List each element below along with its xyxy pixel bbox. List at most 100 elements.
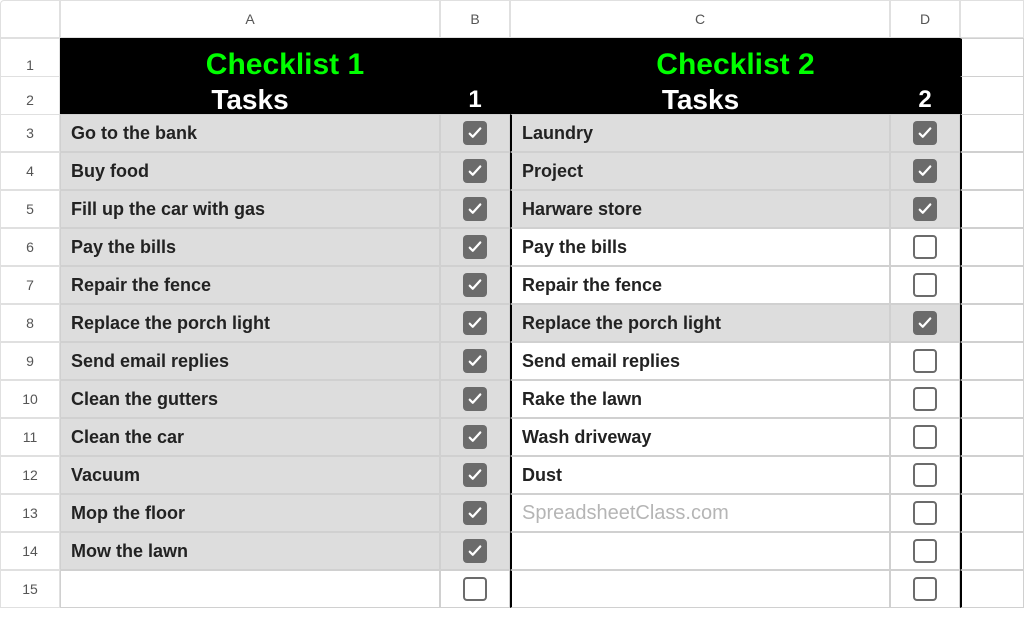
blank-cell[interactable] <box>960 532 1024 570</box>
checklist1-task-cell[interactable]: Pay the bills <box>60 228 440 266</box>
checklist1-task-cell[interactable]: Clean the gutters <box>60 380 440 418</box>
checklist1-check-cell[interactable] <box>440 532 510 570</box>
row-header-4[interactable]: 4 <box>0 152 60 190</box>
row-header-11[interactable]: 11 <box>0 418 60 456</box>
checklist2-task-cell[interactable]: Dust <box>510 456 890 494</box>
blank-cell[interactable] <box>960 380 1024 418</box>
checklist1-check-cell[interactable] <box>440 228 510 266</box>
checklist2-check-cell[interactable] <box>890 570 960 608</box>
checklist1-task-cell[interactable]: Replace the porch light <box>60 304 440 342</box>
checklist2-check-cell[interactable] <box>890 304 960 342</box>
row-header-9[interactable]: 9 <box>0 342 60 380</box>
checklist2-checkbox[interactable] <box>913 425 937 449</box>
column-header-D[interactable]: D <box>890 0 960 38</box>
checklist1-checkbox[interactable] <box>463 539 487 563</box>
checklist2-check-cell[interactable] <box>890 456 960 494</box>
checklist2-checkbox[interactable] <box>913 387 937 411</box>
blank-cell[interactable] <box>960 114 1024 152</box>
checklist2-check-cell[interactable] <box>890 190 960 228</box>
checklist2-check-cell[interactable] <box>890 532 960 570</box>
checklist1-check-cell[interactable] <box>440 152 510 190</box>
checklist2-checkbox[interactable] <box>913 501 937 525</box>
checklist2-checkbox[interactable] <box>913 159 937 183</box>
checklist1-checkbox[interactable] <box>463 425 487 449</box>
checklist2-task-cell[interactable]: Repair the fence <box>510 266 890 304</box>
checklist1-checkbox[interactable] <box>463 159 487 183</box>
checklist2-task-cell[interactable]: Laundry <box>510 114 890 152</box>
checklist1-checkbox[interactable] <box>463 577 487 601</box>
checklist1-check-cell[interactable] <box>440 304 510 342</box>
checklist2-task-cell[interactable] <box>510 532 890 570</box>
checklist2-checkbox[interactable] <box>913 311 937 335</box>
checklist2-check-cell[interactable] <box>890 266 960 304</box>
checklist1-task-cell[interactable] <box>60 570 440 608</box>
blank-cell[interactable] <box>960 190 1024 228</box>
row-header-7[interactable]: 7 <box>0 266 60 304</box>
checklist1-check-cell[interactable] <box>440 190 510 228</box>
row-header-13[interactable]: 13 <box>0 494 60 532</box>
checklist2-check-cell[interactable] <box>890 152 960 190</box>
row-header-14[interactable]: 14 <box>0 532 60 570</box>
blank-cell[interactable] <box>960 304 1024 342</box>
checklist1-checkbox[interactable] <box>463 463 487 487</box>
row-header-12[interactable]: 12 <box>0 456 60 494</box>
checklist2-checkbox[interactable] <box>913 197 937 221</box>
checklist1-checkbox[interactable] <box>463 121 487 145</box>
checklist1-task-cell[interactable]: Vacuum <box>60 456 440 494</box>
checklist2-task-cell[interactable]: Replace the porch light <box>510 304 890 342</box>
blank-cell[interactable] <box>960 342 1024 380</box>
blank-cell[interactable] <box>960 228 1024 266</box>
checklist1-check-cell[interactable] <box>440 494 510 532</box>
blank-cell[interactable] <box>960 494 1024 532</box>
checklist2-task-cell[interactable]: Project <box>510 152 890 190</box>
blank-cell[interactable] <box>960 266 1024 304</box>
checklist1-checkbox[interactable] <box>463 387 487 411</box>
checklist2-check-cell[interactable] <box>890 494 960 532</box>
row-header-3[interactable]: 3 <box>0 114 60 152</box>
checklist2-task-cell[interactable]: SpreadsheetClass.com <box>510 494 890 532</box>
checklist2-check-cell[interactable] <box>890 380 960 418</box>
checklist1-task-cell[interactable]: Repair the fence <box>60 266 440 304</box>
checklist1-checkbox[interactable] <box>463 349 487 373</box>
row-header-5[interactable]: 5 <box>0 190 60 228</box>
checklist2-task-cell[interactable]: Send email replies <box>510 342 890 380</box>
blank-cell[interactable] <box>960 570 1024 608</box>
checklist1-task-cell[interactable]: Send email replies <box>60 342 440 380</box>
blank-cell[interactable] <box>960 418 1024 456</box>
checklist1-task-cell[interactable]: Buy food <box>60 152 440 190</box>
checklist1-check-cell[interactable] <box>440 114 510 152</box>
checklist2-check-cell[interactable] <box>890 228 960 266</box>
checklist2-checkbox[interactable] <box>913 349 937 373</box>
checklist2-check-cell[interactable] <box>890 114 960 152</box>
checklist2-checkbox[interactable] <box>913 463 937 487</box>
column-header-B[interactable]: B <box>440 0 510 38</box>
column-header-A[interactable]: A <box>60 0 440 38</box>
checklist2-check-cell[interactable] <box>890 342 960 380</box>
checklist1-check-cell[interactable] <box>440 456 510 494</box>
checklist1-task-cell[interactable]: Fill up the car with gas <box>60 190 440 228</box>
checklist2-checkbox[interactable] <box>913 235 937 259</box>
checklist2-checkbox[interactable] <box>913 121 937 145</box>
checklist2-checkbox[interactable] <box>913 577 937 601</box>
checklist2-checkbox[interactable] <box>913 539 937 563</box>
checklist2-task-cell[interactable]: Harware store <box>510 190 890 228</box>
checklist1-checkbox[interactable] <box>463 311 487 335</box>
row-header-10[interactable]: 10 <box>0 380 60 418</box>
column-header-C[interactable]: C <box>510 0 890 38</box>
checklist2-task-cell[interactable] <box>510 570 890 608</box>
checklist1-check-cell[interactable] <box>440 570 510 608</box>
checklist1-checkbox[interactable] <box>463 235 487 259</box>
checklist1-check-cell[interactable] <box>440 380 510 418</box>
row-header-8[interactable]: 8 <box>0 304 60 342</box>
blank-cell[interactable] <box>960 456 1024 494</box>
checklist2-task-cell[interactable]: Pay the bills <box>510 228 890 266</box>
checklist2-check-cell[interactable] <box>890 418 960 456</box>
checklist1-task-cell[interactable]: Go to the bank <box>60 114 440 152</box>
checklist1-task-cell[interactable]: Clean the car <box>60 418 440 456</box>
checklist1-checkbox[interactable] <box>463 501 487 525</box>
checklist1-check-cell[interactable] <box>440 266 510 304</box>
checklist1-checkbox[interactable] <box>463 197 487 221</box>
blank-cell[interactable] <box>960 152 1024 190</box>
checklist1-task-cell[interactable]: Mop the floor <box>60 494 440 532</box>
checklist1-task-cell[interactable]: Mow the lawn <box>60 532 440 570</box>
